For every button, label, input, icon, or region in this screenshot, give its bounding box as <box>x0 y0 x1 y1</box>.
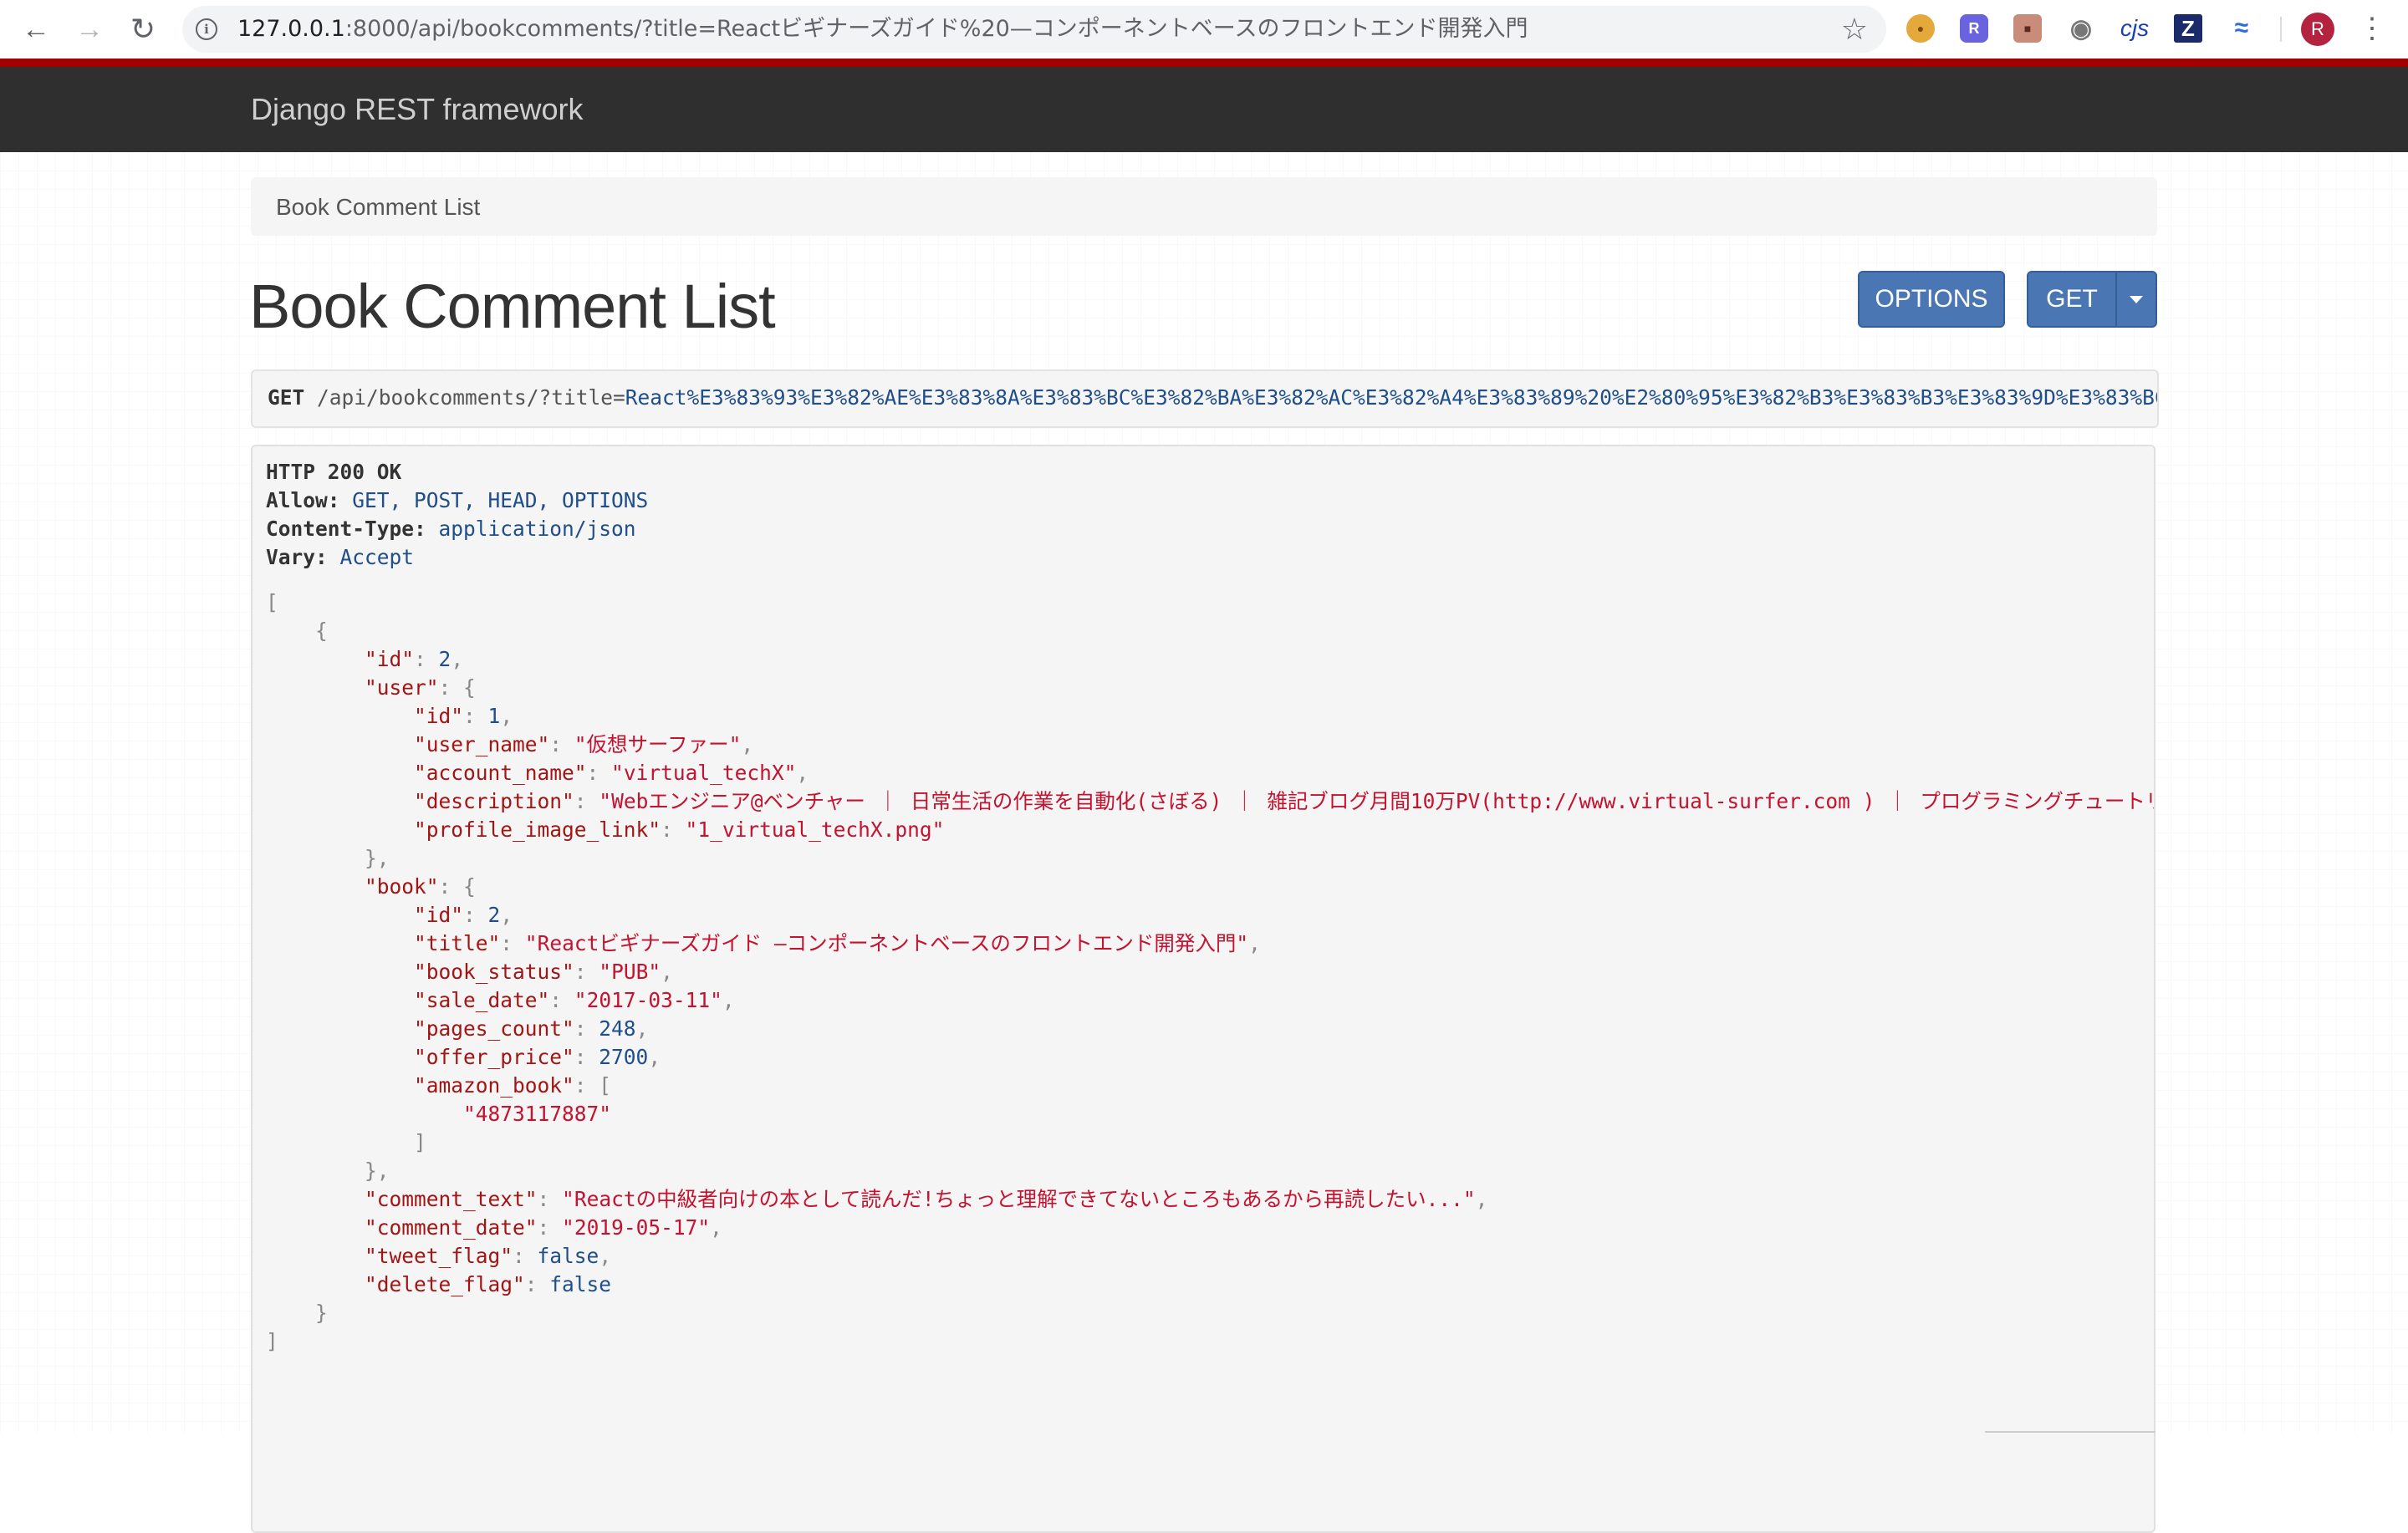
json-profile-image-link: 1_virtual_techX.png <box>697 817 932 842</box>
browser-menu-icon[interactable]: ⋮ <box>2358 12 2386 45</box>
header-key: Vary: <box>266 545 328 569</box>
request-path: /api/bookcomments/?title= <box>317 385 625 410</box>
json-book-title: Reactビギナーズガイド ―コンポーネントベースのフロントエンド開発入門 <box>537 931 1237 955</box>
toolbar-divider <box>2280 17 2282 42</box>
json-amazon-book: 4873117887 <box>475 1102 599 1126</box>
navbar: Django REST framework <box>0 67 2408 153</box>
forward-arrow-icon[interactable]: → <box>72 12 107 47</box>
json-description: Webエンジニア@ベンチャー ｜ 日常生活の作業を自動化(さぼる) ｜ 雑記ブロ… <box>611 789 2155 813</box>
json-book-id: 2 <box>487 903 501 927</box>
wave-extension-icon[interactable]: ≈ <box>2227 14 2256 43</box>
cookie-icon[interactable]: ● <box>1906 14 1935 43</box>
url-text[interactable]: 127.0.0.1:8000/api/bookcomments/?title=R… <box>237 17 1528 42</box>
reload-icon[interactable]: ↻ <box>125 12 161 47</box>
breadcrumb-item-current[interactable]: Book Comment List <box>276 194 480 221</box>
json-user-name: 仮想サーファー <box>586 732 729 756</box>
response-status: HTTP 200 OK <box>266 460 402 484</box>
r-extension-icon[interactable]: R <box>1960 14 1988 43</box>
header-value: GET, POST, HEAD, OPTIONS <box>352 488 649 512</box>
z-extension-icon[interactable]: Z <box>2174 14 2202 43</box>
format-button-edge[interactable] <box>1985 1431 2155 1449</box>
response-info: HTTP 200 OK Allow: GET, POST, HEAD, OPTIO… <box>251 445 2155 1533</box>
json-comment-date: 2019-05-17 <box>574 1215 698 1240</box>
json-book-status: PUB <box>611 960 649 984</box>
caret-down-icon <box>2130 295 2143 303</box>
camera-icon[interactable]: ◉ <box>2067 14 2095 43</box>
json-delete-flag: false <box>549 1272 612 1296</box>
page-content: Book Comment List Book Comment List OPTI… <box>0 152 2408 1533</box>
json-user-id: 1 <box>487 704 501 728</box>
profile-avatar[interactable]: R <box>2301 13 2334 46</box>
options-button[interactable]: OPTIONS <box>1858 271 2005 328</box>
site-info-icon[interactable]: i <box>196 18 217 40</box>
header-value: application/json <box>438 517 636 541</box>
cjs-extension-icon[interactable]: cjs <box>2115 14 2154 43</box>
json-sale-date: 2017-03-11 <box>586 988 711 1012</box>
json-tweet-flag: false <box>537 1244 599 1268</box>
browser-toolbar: ← → ↻ i 127.0.0.1:8000/api/bookcomments/… <box>0 0 2408 59</box>
brand-link[interactable]: Django REST framework <box>251 92 583 127</box>
json-id: 2 <box>438 647 452 671</box>
bookmark-star-icon[interactable]: ☆ <box>1841 13 1868 46</box>
request-info: GET /api/bookcomments/?title=React%E3%83… <box>251 369 2159 428</box>
json-pages-count: 248 <box>599 1016 636 1041</box>
json-comment-text: Reactの中級者向けの本として読んだ!ちょっと理解できてないところもあるから再… <box>574 1187 1463 1211</box>
request-method: GET <box>268 385 305 410</box>
face-extension-icon[interactable]: ■ <box>2013 14 2042 43</box>
header-key: Allow: <box>266 488 340 512</box>
get-button[interactable]: GET <box>2027 271 2117 328</box>
header-key: Content-Type: <box>266 517 426 541</box>
get-format-dropdown[interactable] <box>2115 271 2157 328</box>
address-bar[interactable]: i 127.0.0.1:8000/api/bookcomments/?title… <box>182 6 1886 53</box>
request-query: React%E3%83%93%E3%82%AE%E3%83%8A%E3%83%B… <box>625 385 2159 410</box>
header-value: Accept <box>339 545 415 569</box>
breadcrumb: Book Comment List <box>251 177 2157 236</box>
back-arrow-icon[interactable]: ← <box>18 12 54 47</box>
json-offer-price: 2700 <box>599 1045 649 1069</box>
navbar-accent-strip <box>0 59 2408 67</box>
json-account-name: virtual_techX <box>623 761 784 785</box>
page-title: Book Comment List <box>249 272 776 341</box>
